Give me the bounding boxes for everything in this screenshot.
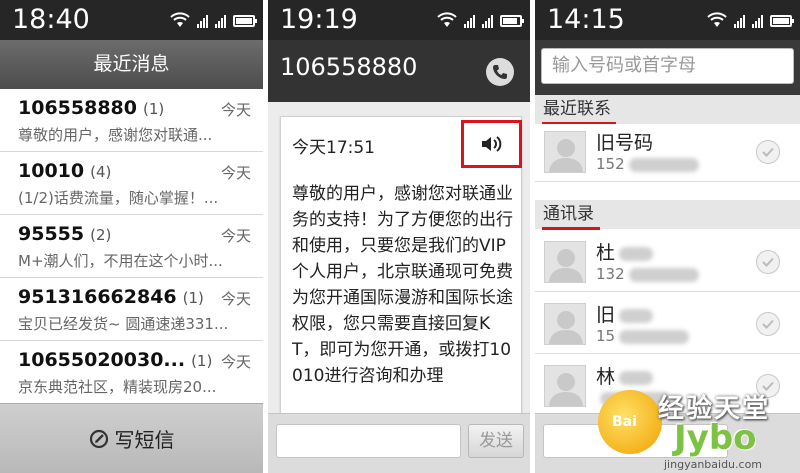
conversation-item[interactable]: 10655020030... (1) 今天 京东典范社区，精装现房20...: [0, 341, 263, 404]
contact-row[interactable]: 旧号码 152: [535, 124, 800, 182]
wifi-icon: [707, 12, 727, 27]
conversation-name: 95555 (2): [18, 223, 112, 245]
recent-section-header: 最近联系: [535, 95, 800, 125]
status-icons: [170, 12, 257, 28]
conversation-name: 951316662846 (1): [18, 286, 204, 308]
status-icons: [437, 12, 524, 28]
reply-bar: 发送: [268, 413, 530, 473]
unread-count: (1): [191, 352, 213, 370]
status-icons: [707, 12, 794, 28]
conversation-preview: (1/2)话费流量，随心掌握！...: [18, 189, 219, 207]
unread-count: (1): [142, 100, 165, 118]
unread-count: (2): [90, 226, 112, 244]
contact-phone: 152: [596, 155, 699, 173]
conversation-date: 今天: [220, 164, 251, 182]
phone-icon: [493, 65, 507, 79]
call-button[interactable]: [486, 58, 514, 86]
send-button[interactable]: 发送: [468, 424, 524, 458]
signal-icon: [464, 14, 475, 28]
status-time: 19:19: [280, 4, 358, 35]
unread-count: (1): [182, 289, 204, 307]
conversation-item[interactable]: 10010 (4) 今天 (1/2)话费流量，随心掌握！...: [0, 152, 263, 215]
speaker-icon: [481, 136, 501, 152]
watermark-logo-text: Bai: [612, 414, 637, 430]
avatar: [544, 241, 586, 283]
conversation-item[interactable]: 106558880 (1) 今天 尊敬的用户，感谢您对联通...: [0, 89, 263, 152]
signal2-icon: [752, 14, 763, 28]
contact-name: 旧: [596, 300, 654, 327]
recent-header-label: 最近联系: [543, 99, 611, 119]
wifi-icon: [437, 12, 457, 27]
thread-screen: 19:19 106558880 今天17:51 尊敬的用户，感谢您对联通业务的支…: [268, 0, 530, 473]
conversation-date: 今天: [220, 353, 251, 371]
contact-phone: 15: [596, 327, 690, 345]
search-bar: 输入号码或首字母: [535, 40, 800, 95]
speaker-button[interactable]: [461, 120, 522, 168]
status-bar: 14:15: [535, 0, 800, 40]
battery-icon: [770, 15, 794, 27]
signal2-icon: [482, 14, 493, 28]
conversation-item[interactable]: 951316662846 (1) 今天 宝贝已经发货~ 圆通速递331...: [0, 278, 263, 341]
conversation-preview: 宝贝已经发货~ 圆通速递331...: [18, 315, 229, 333]
watermark-brand: Jybo: [674, 418, 757, 458]
conversation-name: 10655020030... (1): [18, 349, 213, 371]
conversation-name: 10010 (4): [18, 160, 112, 182]
conversation-preview: 京东典范社区，精装现房20...: [18, 378, 217, 396]
signal2-icon: [215, 14, 226, 28]
contact-row[interactable]: 旧 15: [535, 296, 800, 354]
compose-button[interactable]: 写短信: [0, 403, 263, 473]
conversation-preview: M+潮人们，不用在这个小时...: [18, 252, 223, 270]
conversation-preview: 尊敬的用户，感谢您对联通...: [18, 126, 213, 144]
status-bar: 18:40: [0, 0, 263, 40]
watermark-url: jingyanbaidu.com: [664, 458, 763, 471]
status-time: 14:15: [547, 4, 625, 35]
compose-label: 写短信: [114, 428, 175, 452]
search-input[interactable]: 输入号码或首字母: [541, 48, 794, 84]
wifi-icon: [170, 12, 190, 27]
messages-screen: 18:40 最近消息 106558880 (1) 今天 尊敬的用户，感谢您对联通.…: [0, 0, 263, 473]
battery-icon: [500, 15, 524, 27]
thread-header: 106558880: [268, 40, 530, 102]
contact-name: 旧号码: [596, 132, 654, 154]
conversation-list: 106558880 (1) 今天 尊敬的用户，感谢您对联通... 10010 (4)…: [0, 89, 263, 404]
contacts-section-header: 通讯录: [535, 200, 800, 230]
avatar: [544, 131, 586, 173]
signal-icon: [734, 14, 745, 28]
reply-input[interactable]: [276, 424, 461, 458]
select-check-icon[interactable]: [756, 312, 780, 336]
signal-icon: [197, 14, 208, 28]
avatar: [544, 365, 586, 407]
select-check-icon[interactable]: [756, 250, 780, 274]
message-time: 今天17:51: [292, 138, 375, 158]
conversation-date: 今天: [220, 227, 251, 245]
compose-icon: [89, 429, 108, 448]
status-bar: 19:19: [268, 0, 530, 40]
select-check-icon[interactable]: [756, 140, 780, 164]
contacts-header-underline: [542, 227, 600, 230]
battery-icon: [233, 15, 257, 27]
contact-number: 106558880: [280, 53, 418, 81]
message-text: 尊敬的用户，感谢您对联通业务的支持！为了方便您的出行和使用，只要您是我们的VIP…: [292, 184, 513, 386]
status-time: 18:40: [12, 4, 90, 35]
unread-count: (4): [90, 163, 112, 181]
message-bubble: 今天17:51 尊敬的用户，感谢您对联通业务的支持！为了方便您的出行和使用，只要…: [280, 116, 522, 413]
conversation-name: 106558880 (1): [18, 97, 165, 119]
page-title: 最近消息: [0, 40, 263, 89]
conversation-item[interactable]: 95555 (2) 今天 M+潮人们，不用在这个小时...: [0, 215, 263, 278]
conversation-date: 今天: [220, 101, 251, 119]
contact-phone: 132: [596, 265, 699, 283]
conversation-date: 今天: [220, 290, 251, 308]
avatar: [544, 303, 586, 345]
watermark: Bai 经验天堂 Jybo jingyanbaidu.com: [598, 376, 800, 473]
contacts-header-label: 通讯录: [543, 204, 594, 224]
message-area: 今天17:51 尊敬的用户，感谢您对联通业务的支持！为了方便您的出行和使用，只要…: [268, 102, 530, 413]
contact-row[interactable]: 杜 132: [535, 234, 800, 292]
contact-name: 杜: [596, 238, 654, 265]
